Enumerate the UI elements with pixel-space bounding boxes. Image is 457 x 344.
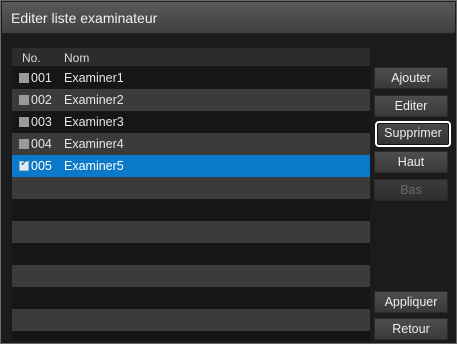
row-number: 002 [31, 93, 52, 107]
bas-button[interactable]: Bas [374, 179, 448, 201]
empty-row [12, 177, 370, 199]
title-bar: Editer liste examinateur [2, 2, 455, 34]
row-number: 001 [31, 71, 52, 85]
checkbox[interactable] [19, 95, 29, 105]
row-name: Examiner5 [64, 159, 124, 173]
row-name: Examiner1 [64, 71, 124, 85]
list-rows: 001 Examiner1 002 Examiner2 003 Examiner… [12, 67, 370, 331]
dialog-window: Editer liste examinateur No. Nom 001 Exa… [0, 0, 457, 344]
checkbox[interactable] [19, 117, 29, 127]
editer-button[interactable]: Editer [374, 95, 448, 117]
appliquer-button[interactable]: Appliquer [374, 291, 448, 313]
row-number: 003 [31, 115, 52, 129]
empty-row [12, 221, 370, 243]
column-header-no: No. [22, 51, 41, 65]
ajouter-button[interactable]: Ajouter [374, 67, 448, 89]
list-row[interactable]: 003 Examiner3 [12, 111, 370, 133]
list-row[interactable]: 002 Examiner2 [12, 89, 370, 111]
row-name: Examiner3 [64, 115, 124, 129]
empty-row [12, 265, 370, 287]
list-row[interactable]: 001 Examiner1 [12, 67, 370, 89]
haut-button[interactable]: Haut [374, 151, 448, 173]
list-row[interactable]: 004 Examiner4 [12, 133, 370, 155]
empty-row [12, 199, 370, 221]
checkbox[interactable] [19, 73, 29, 83]
empty-row [12, 309, 370, 331]
row-number: 005 [31, 159, 52, 173]
checkbox-checked[interactable] [19, 158, 29, 171]
examiner-list: No. Nom 001 Examiner1 002 Examiner2 003 … [12, 48, 370, 341]
list-header: No. Nom [12, 48, 370, 66]
row-number: 004 [31, 137, 52, 151]
row-name: Examiner2 [64, 93, 124, 107]
empty-row [12, 243, 370, 265]
supprimer-button[interactable]: Supprimer [375, 121, 451, 147]
empty-row [12, 287, 370, 309]
retour-button[interactable]: Retour [374, 318, 448, 340]
checkbox[interactable] [19, 139, 29, 149]
window-title: Editer liste examinateur [11, 10, 158, 26]
column-header-nom: Nom [64, 51, 90, 65]
list-row-selected[interactable]: 005 Examiner5 [12, 155, 370, 177]
row-name: Examiner4 [64, 137, 124, 151]
